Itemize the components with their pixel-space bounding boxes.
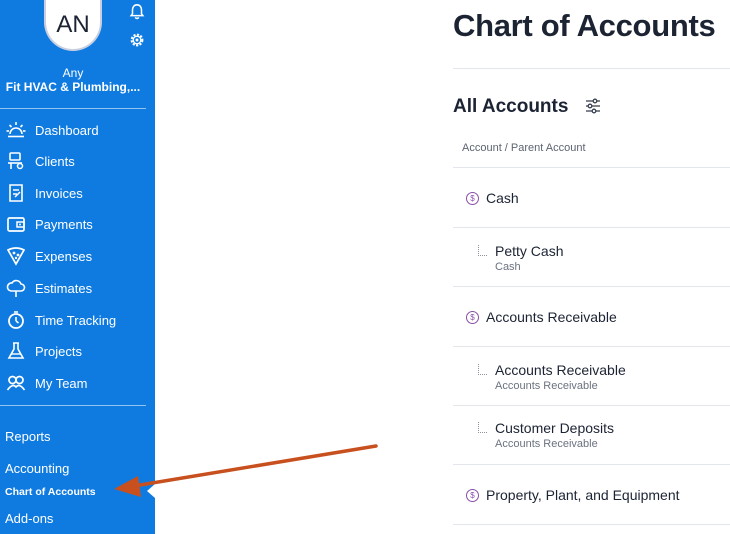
- annotation-arrow-icon: [114, 444, 378, 497]
